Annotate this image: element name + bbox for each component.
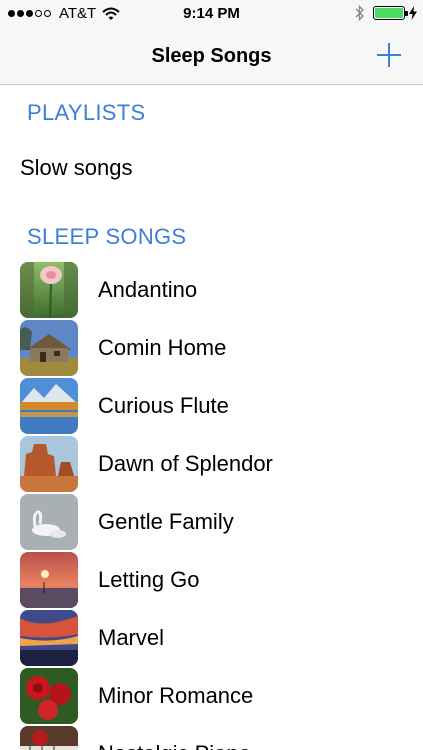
status-right [355,5,417,21]
desert-butte-icon [20,436,78,492]
song-title: Dawn of Splendor [98,451,273,476]
song-row[interactable]: Comin Home [0,319,423,377]
song-row[interactable]: Marvel [0,609,423,667]
song-title: Letting Go [98,567,200,592]
song-row[interactable]: Minor Romance [0,667,423,725]
song-title: Minor Romance [98,683,254,708]
playlists-section-header: PLAYLISTS [27,100,146,125]
song-row[interactable]: Andantino [0,261,423,319]
songs-section-header: SLEEP SONGS [27,224,187,249]
playlist-item-slow-songs[interactable]: Slow songs [20,155,133,181]
pink-flower-icon [20,262,78,318]
navigation-bar: Sleep Songs [0,28,423,85]
song-row[interactable]: Curious Flute [0,377,423,435]
song-title: Nostalgic Piano [98,741,251,750]
bluetooth-icon [355,5,364,21]
song-title: Comin Home [98,335,227,360]
song-title: Curious Flute [98,393,229,418]
status-bar: AT&T 9:14 PM [0,0,423,28]
plus-icon[interactable] [375,41,403,69]
page-title: Sleep Songs [151,45,272,67]
song-title: Marvel [98,625,165,650]
sunset-boat-icon [20,552,78,608]
song-title: Andantino [98,277,198,302]
old-house-icon [20,320,78,376]
song-row[interactable]: Nostalgic Piano [0,725,423,750]
song-row[interactable]: Gentle Family [0,493,423,551]
swans-icon [20,494,78,550]
mountain-lake-icon [20,378,78,434]
piano-rose-icon [20,726,78,750]
main-content: PLAYLISTS Slow songs SLEEP SONGS Andanti… [0,85,423,750]
song-row[interactable]: Letting Go [0,551,423,609]
battery-icon [373,6,408,20]
song-title: Gentle Family [98,509,234,534]
red-roses-icon [20,668,78,724]
charging-bolt-icon [409,6,417,20]
song-list: Andantino Comin Home Curious Flute Dawn … [0,261,423,750]
battery-fill [375,8,403,18]
song-row[interactable]: Dawn of Splendor [0,435,423,493]
red-sky-sunset-icon [20,610,78,666]
